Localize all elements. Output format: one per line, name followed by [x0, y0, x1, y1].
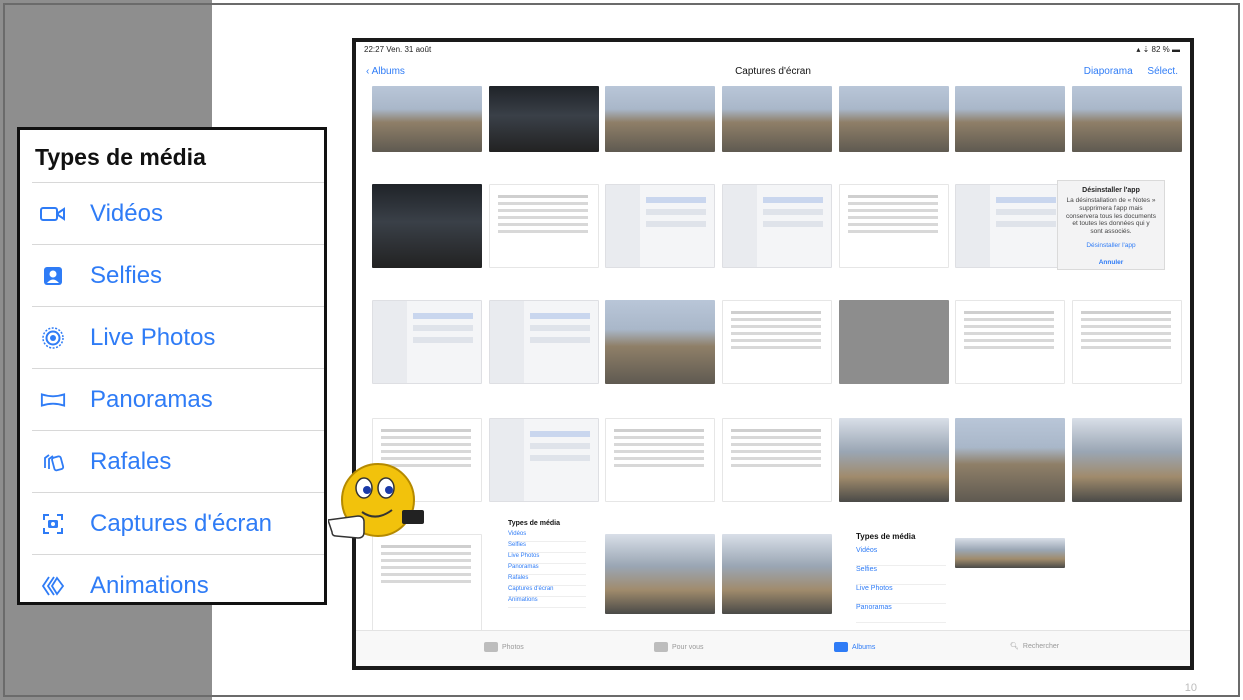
- mini-media-item: Captures d'écran: [508, 586, 586, 597]
- mini-media-item: Panoramas: [508, 564, 586, 575]
- video-icon: [40, 201, 66, 227]
- status-bar: 22:27 Ven. 31 août ▴ ⇣ 82 % ▬: [356, 42, 1190, 57]
- live-photo-icon: [40, 325, 66, 351]
- photo-thumb[interactable]: [372, 86, 482, 152]
- mini-media-item: Rafales: [508, 575, 586, 586]
- page-title: Captures d'écran: [735, 66, 811, 77]
- media-type-label: Panoramas: [90, 386, 213, 413]
- media-type-panoramas[interactable]: Panoramas: [32, 368, 324, 430]
- mini-media-item: Selfies: [856, 566, 946, 585]
- photo-thumb[interactable]: [489, 300, 599, 384]
- tab-label: Photos: [502, 643, 524, 651]
- mini-media-types-small[interactable]: Types de média Vidéos Selfies Live Photo…: [508, 520, 586, 608]
- photo-thumb[interactable]: [372, 184, 482, 268]
- photo-thumb[interactable]: [722, 534, 832, 614]
- photo-thumb[interactable]: [839, 418, 949, 502]
- media-type-bursts[interactable]: Rafales: [32, 430, 324, 492]
- alert-confirm: Désinstaller l'app: [1086, 241, 1136, 249]
- status-indicators: ▴ ⇣ 82 % ▬: [1136, 45, 1180, 54]
- mini-media-item: Vidéos: [856, 547, 946, 566]
- media-type-videos[interactable]: Vidéos: [32, 182, 324, 244]
- mini-media-item: Panoramas: [856, 604, 946, 623]
- photo-thumb[interactable]: [722, 418, 832, 502]
- photo-thumb[interactable]: [722, 300, 832, 384]
- photo-thumb[interactable]: [605, 534, 715, 614]
- photo-thumb[interactable]: [839, 300, 949, 384]
- tab-label: Albums: [852, 643, 876, 651]
- burst-icon: [40, 449, 66, 475]
- photo-thumb[interactable]: [955, 184, 1065, 268]
- nav-bar: ‹ Albums Captures d'écran Diaporama Séle…: [356, 60, 1190, 84]
- alert-cancel: Annuler: [1098, 258, 1124, 266]
- status-time: 22:27 Ven. 31 août: [364, 45, 432, 54]
- albums-icon: [834, 642, 848, 652]
- photo-thumb[interactable]: [1072, 86, 1182, 152]
- select-button[interactable]: Sélect.: [1147, 66, 1178, 77]
- page-number: 10: [1184, 682, 1197, 694]
- tab-label: Pour vous: [672, 643, 704, 651]
- photo-thumb[interactable]: [1072, 418, 1182, 502]
- media-type-label: Captures d'écran: [90, 510, 273, 537]
- mini-media-title: Types de média: [856, 532, 916, 541]
- photo-thumb[interactable]: [722, 86, 832, 152]
- tab-for-you[interactable]: Pour vous: [654, 642, 704, 652]
- screenshot-icon: [40, 511, 66, 537]
- photo-thumb[interactable]: [372, 300, 482, 384]
- media-type-label: Live Photos: [90, 324, 216, 351]
- panorama-icon: [40, 387, 66, 413]
- photo-thumb[interactable]: [605, 418, 715, 502]
- mini-media-item: Vidéos: [508, 531, 586, 542]
- photo-thumb[interactable]: [605, 300, 715, 384]
- slideshow-button[interactable]: Diaporama: [1084, 66, 1133, 77]
- photo-thumb[interactable]: [605, 184, 715, 268]
- photo-thumb[interactable]: [489, 86, 599, 152]
- photo-thumb[interactable]: [839, 86, 949, 152]
- for-you-icon: [654, 642, 668, 652]
- tab-photos[interactable]: Photos: [484, 642, 524, 652]
- photo-thumb[interactable]: [489, 184, 599, 268]
- media-type-selfies[interactable]: Selfies: [32, 244, 324, 306]
- media-types-heading: Types de média: [35, 144, 206, 170]
- mini-media-title: Types de média: [508, 520, 561, 527]
- media-type-label: Selfies: [90, 262, 163, 289]
- media-type-label: Vidéos: [90, 200, 163, 227]
- mini-media-types-large[interactable]: Types de média Vidéos Selfies Live Photo…: [856, 532, 946, 623]
- photo-thumb[interactable]: [1072, 300, 1182, 384]
- mini-media-item: Selfies: [508, 542, 586, 553]
- uninstall-alert-thumb[interactable]: Désinstaller l'app La désinstallation de…: [1057, 180, 1165, 270]
- photos-icon: [484, 642, 498, 652]
- media-type-screenshots[interactable]: Captures d'écran: [32, 492, 324, 554]
- photo-thumb[interactable]: [489, 418, 599, 502]
- ipad-screenshot: 22:27 Ven. 31 août ▴ ⇣ 82 % ▬ ‹ Albums C…: [352, 38, 1194, 670]
- photo-thumb[interactable]: [955, 86, 1065, 152]
- tab-bar: Photos Pour vous Albums 🔍︎ Rechercher: [356, 630, 1190, 666]
- alert-title: Désinstaller l'app: [1082, 187, 1140, 194]
- mini-media-item: Animations: [508, 597, 586, 608]
- animation-icon: [40, 573, 66, 599]
- photo-thumb[interactable]: [955, 300, 1065, 384]
- pointing-smiley-icon: [328, 463, 424, 539]
- mini-media-item: Live Photos: [508, 553, 586, 564]
- tab-albums[interactable]: Albums: [834, 642, 875, 652]
- tab-label: Rechercher: [1022, 643, 1060, 650]
- media-type-label: Rafales: [90, 448, 172, 475]
- photo-thumb[interactable]: [955, 418, 1065, 502]
- photo-thumb[interactable]: [955, 538, 1065, 568]
- media-type-animations[interactable]: Animations: [32, 554, 324, 616]
- mini-media-item: Live Photos: [856, 585, 946, 604]
- media-types-panel: Types de média Vidéos Selfies Live Photo…: [17, 127, 327, 605]
- search-icon: 🔍︎: [1010, 643, 1019, 650]
- photo-thumb[interactable]: [839, 184, 949, 268]
- photo-thumb[interactable]: [605, 86, 715, 152]
- media-type-live-photos[interactable]: Live Photos: [32, 306, 324, 368]
- alert-body: La désinstallation de « Notes » supprime…: [1066, 197, 1156, 236]
- tab-search[interactable]: 🔍︎ Rechercher: [1010, 642, 1059, 650]
- photo-thumb[interactable]: [722, 184, 832, 268]
- media-type-label: Animations: [90, 572, 209, 599]
- selfie-icon: [40, 263, 66, 289]
